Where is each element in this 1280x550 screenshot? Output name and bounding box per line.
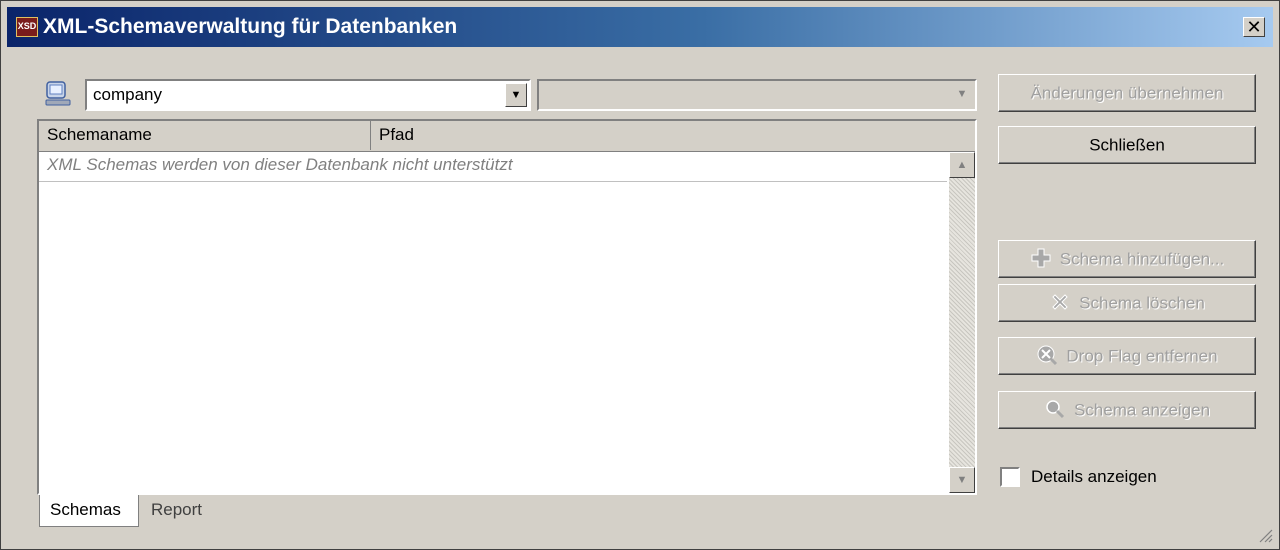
drop-flag-icon bbox=[1037, 345, 1058, 365]
add-icon bbox=[1031, 248, 1051, 268]
column-header-schemaname[interactable]: Schemaname bbox=[39, 121, 371, 150]
add-schema-button[interactable]: Schema hinzufügen... bbox=[998, 240, 1256, 278]
delete-schema-button[interactable]: Schema löschen bbox=[998, 284, 1256, 322]
apply-changes-label: Änderungen übernehmen bbox=[1030, 83, 1224, 103]
title-bar[interactable]: XSD XML-Schemaverwaltung für Datenbanken… bbox=[7, 7, 1273, 47]
delete-icon bbox=[1052, 293, 1068, 310]
database-select[interactable]: company ▼ bbox=[85, 79, 531, 111]
close-button[interactable]: Schließen bbox=[998, 126, 1256, 164]
column-header-pfad[interactable]: Pfad bbox=[371, 121, 975, 150]
chevron-down-icon: ▼ bbox=[951, 83, 973, 107]
show-schema-button[interactable]: Schema anzeigen bbox=[998, 391, 1256, 429]
database-select-value: company bbox=[93, 85, 162, 104]
scroll-up-icon[interactable]: ▲ bbox=[949, 152, 975, 178]
delete-schema-label: Schema löschen bbox=[1079, 293, 1205, 313]
empty-list-message: XML Schemas werden von dieser Datenbank … bbox=[47, 155, 513, 174]
apply-changes-button[interactable]: Änderungen übernehmen bbox=[998, 74, 1256, 112]
add-schema-label: Schema hinzufügen... bbox=[1059, 249, 1225, 269]
remove-drop-flag-label: Drop Flag entfernen bbox=[1066, 346, 1218, 366]
chevron-down-icon[interactable]: ▼ bbox=[505, 83, 527, 107]
details-checkbox[interactable] bbox=[1000, 467, 1020, 487]
vertical-scrollbar[interactable]: ▲ ▼ bbox=[949, 152, 975, 493]
magnifier-icon bbox=[1046, 399, 1065, 418]
database-connection-icon bbox=[45, 81, 71, 106]
close-button-label: Schließen bbox=[1089, 135, 1165, 155]
secondary-select[interactable]: ▼ bbox=[537, 79, 977, 111]
row-divider bbox=[39, 181, 947, 182]
show-schema-label: Schema anzeigen bbox=[1073, 400, 1211, 420]
remove-drop-flag-button[interactable]: Drop Flag entfernen bbox=[998, 337, 1256, 375]
tab-report[interactable]: Report bbox=[141, 495, 212, 527]
close-window-button[interactable]: ✕ bbox=[1243, 17, 1265, 37]
details-checkbox-label[interactable]: Details anzeigen bbox=[1031, 467, 1157, 487]
list-header: Schemaname Pfad bbox=[39, 121, 975, 152]
resize-grip-icon[interactable] bbox=[1257, 527, 1273, 543]
tab-schemas[interactable]: Schemas bbox=[39, 495, 139, 527]
xsd-icon: XSD bbox=[16, 17, 38, 37]
schema-list[interactable]: Schemaname Pfad XML Schemas werden von d… bbox=[37, 119, 977, 495]
scroll-down-icon[interactable]: ▼ bbox=[949, 467, 975, 493]
dialog-window: XSD XML-Schemaverwaltung für Datenbanken… bbox=[0, 0, 1280, 550]
window-title: XML-Schemaverwaltung für Datenbanken bbox=[43, 15, 458, 38]
